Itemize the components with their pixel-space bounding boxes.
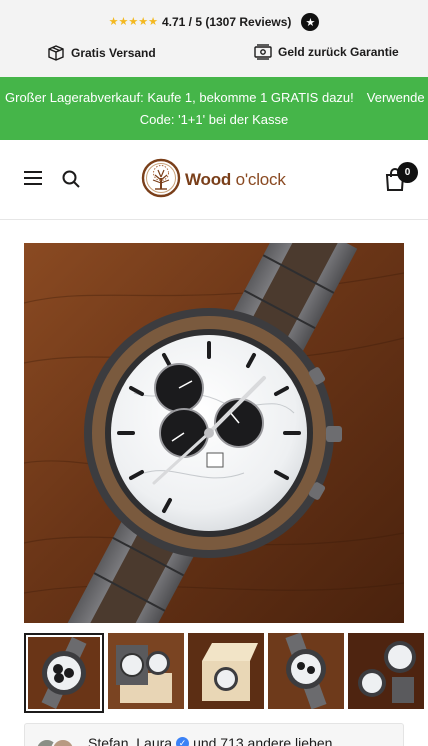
site-logo[interactable]: Wood o'clock	[141, 158, 286, 203]
usp-money-back: Geld zurück Garantie	[254, 44, 399, 60]
promo-text-tail: Verwende	[366, 90, 425, 105]
package-icon	[47, 44, 65, 62]
star-icon: ★	[118, 15, 129, 28]
usp-row: Gratis Versand Geld zurück Garantie	[0, 44, 428, 66]
promo-text: Großer Lagerabverkauf: Kaufe 1, bekomme …	[5, 90, 354, 105]
star-icon: ★	[128, 15, 139, 28]
search-icon[interactable]	[61, 169, 81, 189]
avatar-group	[35, 738, 75, 746]
top-announcement-bar: ★ ★ ★ ★ ★ 4.71 / 5 (1307 Reviews) ★ Grat…	[0, 0, 428, 77]
usp-label: Geld zurück Garantie	[278, 45, 399, 59]
avatar	[51, 738, 75, 746]
social-proof-box: Stefan, Laura ✓ und 713 andere lieben	[24, 723, 404, 746]
money-icon	[254, 44, 272, 60]
thumbnail-1[interactable]	[24, 633, 104, 713]
promo-banner[interactable]: Großer Lagerabverkauf: Kaufe 1, bekomme …	[0, 77, 428, 140]
star-icon: ★	[148, 15, 158, 28]
social-proof-names: Stefan, Laura	[88, 735, 173, 746]
thumbnail-strip	[24, 633, 428, 713]
promo-line-1: Großer Lagerabverkauf: Kaufe 1, bekomme …	[5, 87, 425, 108]
site-header: Wood o'clock 0	[0, 140, 428, 220]
usp-free-shipping: Gratis Versand	[47, 44, 156, 62]
logo-text-bold: Wood	[185, 170, 232, 189]
product-main-image[interactable]	[24, 243, 404, 623]
star-icon: ★	[108, 15, 119, 28]
social-proof-suffix: und 713 andere lieben	[193, 735, 333, 746]
star-seal-icon: ★	[301, 13, 320, 31]
usp-label: Gratis Versand	[71, 46, 156, 60]
cart-count-badge[interactable]: 0	[397, 162, 418, 183]
social-proof-text: Stefan, Laura ✓ und 713 andere lieben	[88, 735, 332, 746]
thumbnail-5[interactable]	[348, 633, 424, 709]
thumbnail-4[interactable]	[268, 633, 344, 709]
logo-text: Wood o'clock	[185, 170, 286, 190]
hamburger-menu-icon[interactable]	[24, 171, 42, 187]
thumbnail-3[interactable]	[188, 633, 264, 709]
logo-text-light: o'clock	[235, 170, 286, 189]
star-icon: ★	[138, 15, 149, 28]
verified-check-icon: ✓	[176, 736, 190, 746]
tree-logo-icon	[141, 158, 181, 203]
promo-code-line: Code: '1+1' bei der Kasse	[139, 112, 289, 127]
thumbnail-2[interactable]	[108, 633, 184, 709]
rating-text: 4.71 / 5 (1307 Reviews)	[161, 15, 292, 29]
rating-summary[interactable]: ★ ★ ★ ★ ★ 4.71 / 5 (1307 Reviews) ★	[0, 11, 428, 33]
rating-stars: ★ ★ ★ ★ ★	[108, 15, 158, 28]
